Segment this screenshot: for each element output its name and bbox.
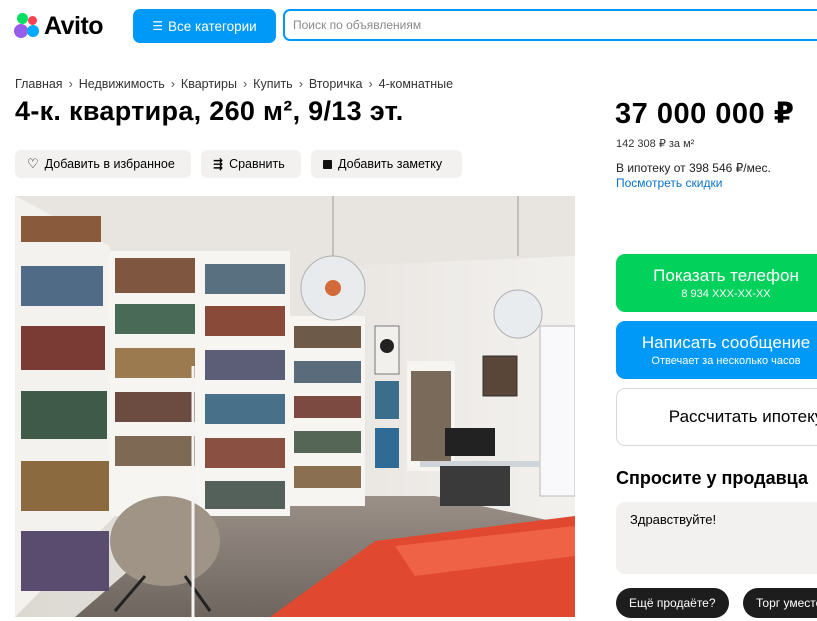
all-categories-label: Все категории	[168, 18, 257, 34]
breadcrumb-4-rooms[interactable]: 4-комнатные	[379, 77, 453, 91]
breadcrumb-separator: ›	[68, 77, 73, 91]
breadcrumb: Главная › Недвижимость › Квартиры › Купить ›…	[15, 77, 453, 91]
chip-bargain[interactable]: Торг уместен?	[743, 588, 817, 618]
show-phone-button[interactable]: Показать телефон 8 934 XXX-XX-XX	[616, 254, 817, 312]
breadcrumb-separator: ›	[242, 77, 248, 91]
add-to-favorites-label: Добавить в избранное	[44, 157, 175, 171]
breadcrumb-separator: ›	[170, 77, 175, 91]
breadcrumb-realty[interactable]: Недвижимость	[79, 77, 165, 91]
calculate-mortgage-label: Рассчитать ипотеку	[668, 407, 817, 426]
logo-text: Avito	[44, 11, 104, 40]
all-categories-button[interactable]: ☰ Все категории	[133, 9, 276, 43]
room-photo-illustration	[15, 196, 575, 617]
price-per-m2: 142 308 ₽ за м²	[616, 138, 695, 150]
note-icon	[323, 159, 332, 169]
search-input[interactable]: Поиск по объявлениям	[283, 9, 817, 41]
write-message-label: Написать сообщение	[641, 333, 811, 352]
listing-actions: ♡ Добавить в избранное ⇶ Сравнить Добави…	[15, 150, 462, 178]
add-note-label: Добавить заметку	[338, 157, 443, 171]
breadcrumb-apartments[interactable]: Квартиры	[181, 77, 237, 91]
compare-button[interactable]: ⇶ Сравнить	[201, 150, 301, 178]
breadcrumb-buy[interactable]: Купить	[253, 77, 293, 91]
add-to-favorites-button[interactable]: ♡ Добавить в избранное	[15, 150, 191, 178]
compare-icon: ⇶	[213, 157, 224, 171]
avito-logo[interactable]: Avito	[14, 10, 104, 42]
reply-time: Отвечает за несколько часов	[651, 355, 801, 367]
chip-still-selling[interactable]: Ещё продаёте?	[616, 588, 729, 618]
add-note-button[interactable]: Добавить заметку	[311, 150, 462, 178]
breadcrumb-separator: ›	[368, 77, 373, 91]
breadcrumb-secondary[interactable]: Вторичка	[309, 77, 363, 91]
compare-label: Сравнить	[229, 157, 285, 171]
mortgage-text: В ипотеку от 398 546 ₽/мес.	[616, 161, 771, 175]
logo-dots-icon	[14, 13, 40, 39]
page-title: 4-к. квартира, 260 м², 9/13 эт.	[15, 96, 404, 126]
ask-seller-message: Здравствуйте!	[630, 512, 717, 527]
write-message-button[interactable]: Написать сообщение Отвечает за несколько…	[616, 321, 817, 379]
price: 37 000 000 ₽	[615, 98, 795, 130]
search-placeholder: Поиск по объявлениям	[293, 18, 422, 32]
ask-seller-title: Спросите у продавца	[616, 468, 808, 488]
menu-search-icon: ☰	[152, 19, 163, 33]
discounts-link[interactable]: Посмотреть скидки	[616, 176, 722, 190]
breadcrumb-separator: ›	[298, 77, 303, 91]
ask-seller-input[interactable]: Здравствуйте!	[616, 502, 817, 574]
phone-number: 8 934 XXX-XX-XX	[681, 288, 771, 300]
calculate-mortgage-button[interactable]: Рассчитать ипотеку	[616, 388, 817, 446]
breadcrumb-home[interactable]: Главная	[15, 77, 63, 91]
heart-icon: ♡	[27, 156, 39, 171]
listing-photo[interactable]	[15, 196, 575, 617]
show-phone-label: Показать телефон	[653, 266, 799, 285]
